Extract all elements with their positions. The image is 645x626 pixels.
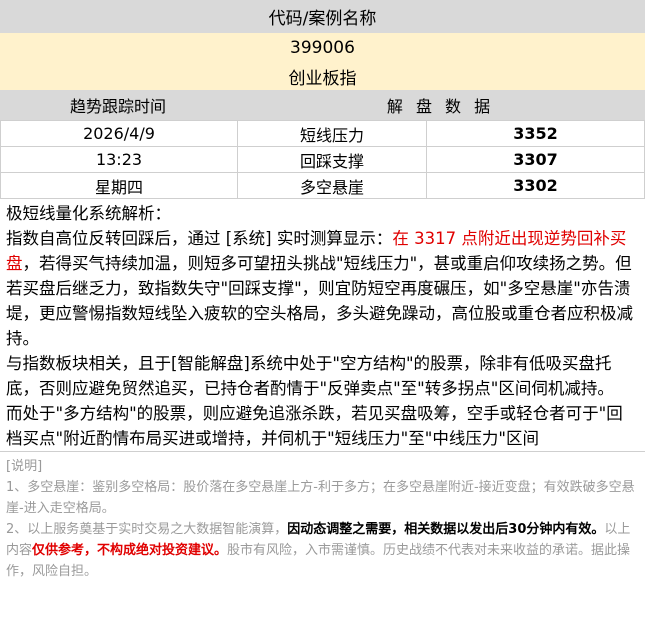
- row-time: 13:23: [0, 146, 238, 173]
- row-value: 3307: [426, 146, 645, 173]
- notes-section: [说明] 1、多空悬崖：鉴别多空格局：股价落在多空悬崖上方-利于多方；在多空悬崖…: [0, 451, 645, 582]
- table-row: 13:23 回踩支撑 3307: [0, 146, 645, 173]
- note-2: 2、以上服务奠基于实时交易之大数据智能演算，因动态调整之需要，相关数据以发出后3…: [6, 519, 639, 582]
- table-row: 2026/4/9 短线压力 3352: [0, 120, 645, 147]
- row-value: 3302: [426, 172, 645, 199]
- note-disclaimer: 仅供参考，不构成绝对投资建议。: [32, 543, 228, 558]
- row-weekday: 星期四: [0, 172, 238, 199]
- note-bold: 因动态调整之需要，相关数据以发出后30分钟内有效。: [287, 522, 605, 537]
- note-text: 2、以上服务奠基于实时交易之大数据智能演算，: [6, 522, 288, 537]
- subheader-data: 解 盘 数 据: [386, 97, 495, 116]
- stock-name: 创业板指: [0, 62, 645, 90]
- analysis-paragraph-3: 而处于"多方结构"的股票，则应避免追涨杀跌，若见买盘吸筹，空手或轻仓者可于"回档…: [6, 404, 623, 448]
- table-row: 星期四 多空悬崖 3302: [0, 172, 645, 199]
- subheader: 趋势跟踪时间 解 盘 数 据: [0, 90, 645, 120]
- row-label: 短线压力: [237, 120, 427, 147]
- analysis-paragraph-2: 与指数板块相关，且于[智能解盘]系统中处于"空方结构"的股票，除非有低吸买盘托底…: [6, 354, 614, 398]
- data-table: 2026/4/9 短线压力 3352 13:23 回踩支撑 3307 星期四 多…: [0, 120, 645, 199]
- header-title: 代码/案例名称: [0, 0, 645, 33]
- row-value: 3352: [426, 120, 645, 147]
- row-label: 多空悬崖: [237, 172, 427, 199]
- note-1: 1、多空悬崖：鉴别多空格局：股价落在多空悬崖上方-利于多方；在多空悬崖附近-接近…: [6, 480, 635, 516]
- notes-title: [说明]: [6, 459, 43, 474]
- row-date: 2026/4/9: [0, 120, 238, 147]
- analysis-text: 指数自高位反转回踩后，通过 [系统] 实时测算显示：: [6, 229, 393, 248]
- row-label: 回踩支撑: [237, 146, 427, 173]
- analysis-heading: 极短线量化系统解析：: [6, 204, 171, 223]
- analysis-section: 极短线量化系统解析： 指数自高位反转回踩后，通过 [系统] 实时测算显示：在 3…: [0, 199, 645, 451]
- analysis-paragraph-1: 指数自高位反转回踩后，通过 [系统] 实时测算显示：在 3317 点附近出现逆势…: [6, 226, 639, 351]
- stock-code: 399006: [0, 33, 645, 62]
- stock-analysis-card: 代码/案例名称 399006 创业板指 趋势跟踪时间 解 盘 数 据 2026/…: [0, 0, 645, 582]
- analysis-text: ，若得买气持续加温，则短多可望扭头挑战"短线压力"，甚或重启仰攻续扬之势。但若买…: [6, 254, 633, 348]
- subheader-time: 趋势跟踪时间: [69, 97, 166, 116]
